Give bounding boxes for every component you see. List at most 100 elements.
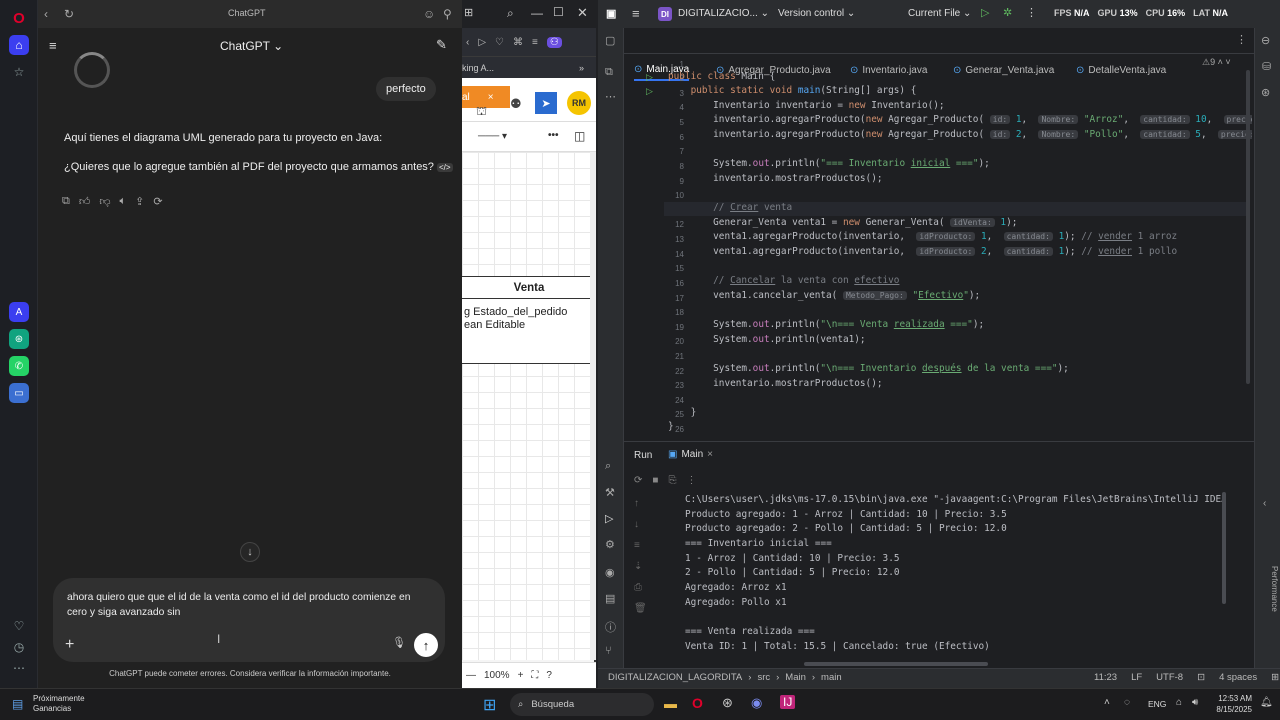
file-encoding[interactable]: UTF-8 — [1156, 672, 1183, 683]
messenger-icon[interactable]: ▭ — [9, 383, 29, 403]
structure-icon[interactable]: ⧉ — [605, 66, 613, 79]
flow-icon[interactable]: ⌘ — [513, 37, 523, 48]
attach-plus-icon[interactable]: + — [65, 636, 74, 654]
zoom-level[interactable]: 100% — [484, 670, 510, 681]
console-v-scrollbar[interactable] — [1222, 492, 1226, 604]
camera-icon[interactable]: ⎘ — [668, 475, 676, 486]
tray-app-icon[interactable]: ◌ — [1124, 697, 1130, 708]
news-widget[interactable]: Próximamente Ganancias — [33, 694, 85, 714]
org-icon[interactable]: ⛫ — [476, 104, 487, 120]
panel-toggle-icon[interactable]: ◫ — [574, 129, 585, 143]
opera-taskbar-icon[interactable]: O — [692, 695, 703, 711]
heart-icon[interactable]: ♡ — [9, 616, 29, 636]
heart-icon[interactable]: ♡ — [495, 37, 504, 48]
microphone-icon[interactable]: 🎙︎ — [392, 636, 406, 649]
console-output[interactable]: C:\Users\user\.jdks\ms-17.0.15\bin\java.… — [624, 494, 1224, 669]
nav-back-icon[interactable]: ‹ — [466, 37, 469, 48]
vertical-scrollbar[interactable] — [590, 152, 596, 660]
network-icon[interactable]: ⌂ — [1176, 697, 1182, 708]
more-icon[interactable]: ⋯ — [9, 658, 29, 678]
file-explorer-icon[interactable]: ▬ — [664, 696, 677, 711]
breadcrumb-method[interactable]: main — [821, 672, 842, 683]
send-button[interactable]: ↑ — [414, 633, 438, 657]
find-icon[interactable]: ⌕ — [605, 460, 611, 473]
project-tool-icon[interactable]: ▢ — [605, 34, 615, 47]
idea-logo-icon[interactable]: ▣ — [606, 7, 616, 20]
diagram-canvas[interactable] — [462, 152, 590, 660]
send-icon[interactable]: ➤ — [535, 92, 557, 114]
debug-tool-icon[interactable]: ◉ — [605, 566, 615, 579]
run-icon[interactable]: ▷ — [981, 6, 989, 19]
play-icon[interactable]: ▷ — [478, 37, 486, 48]
git-icon[interactable]: ⑂ — [605, 645, 612, 657]
profile-icon[interactable]: ⚇ — [546, 36, 562, 48]
ai-assistant-icon[interactable]: ⊛ — [1261, 86, 1270, 99]
terminal-icon[interactable]: ▤ — [605, 592, 615, 605]
settings-icon[interactable]: ☺ — [423, 7, 435, 21]
regenerate-icon[interactable]: ⟳ — [153, 195, 162, 208]
zoom-in-icon[interactable]: + — [518, 670, 524, 681]
tab-partial[interactable]: king A... — [462, 63, 494, 73]
reload-icon[interactable]: ↻ — [64, 7, 74, 21]
run-config-selector[interactable]: Current File ⌄ — [908, 8, 971, 19]
discord-icon[interactable]: ◉ — [751, 695, 762, 711]
opera-logo-icon[interactable]: O — [9, 8, 29, 28]
zoom-out-icon[interactable]: — — [466, 670, 476, 681]
main-menu-icon[interactable]: ≡ — [632, 6, 640, 21]
sidebar-toggle-icon[interactable]: ≡ — [49, 38, 57, 53]
aria-icon[interactable]: A — [9, 302, 29, 322]
more-tools-icon[interactable]: ⋯ — [605, 90, 616, 103]
debug-icon[interactable]: ✲ — [1003, 6, 1012, 19]
chatgpt-app-icon[interactable]: ⊛ — [9, 329, 29, 349]
caret-position[interactable]: 11:23 — [1094, 672, 1117, 683]
vcs-selector[interactable]: Version control ⌄ — [778, 8, 855, 19]
services-icon[interactable]: ⚙ — [605, 538, 615, 551]
code-editor[interactable]: public class Main { public static void m… — [668, 56, 1252, 440]
uml-class-venta[interactable]: Venta g Estado_del_pedido ean Editable — [462, 276, 596, 364]
chatgpt-header-title[interactable]: ChatGPT ⌄ — [220, 39, 283, 53]
thumbs-down-icon[interactable]: 👎︎ — [99, 195, 110, 208]
run-tool-icon[interactable]: ▷ — [605, 512, 613, 525]
language-indicator[interactable]: ENG — [1148, 699, 1166, 709]
pin-icon[interactable]: ⚲ — [443, 7, 452, 21]
build-icon[interactable]: ⚒ — [605, 486, 615, 499]
read-aloud-icon[interactable]: 🔈︎ — [120, 195, 127, 208]
more-options-icon[interactable]: ••• — [548, 130, 559, 141]
stop-icon[interactable]: ■ — [652, 475, 658, 486]
help-icon[interactable]: ? — [546, 670, 552, 681]
copy-icon[interactable]: ⧉ — [62, 195, 70, 208]
breadcrumb-class[interactable]: Main — [785, 672, 806, 683]
run-more-icon[interactable]: ⋮ — [686, 475, 696, 486]
fit-icon[interactable]: ⛶ — [531, 670, 538, 681]
chatgpt-taskbar-icon[interactable]: ⊛ — [722, 695, 733, 711]
tab-overflow-icon[interactable]: ⋮ — [1236, 33, 1247, 46]
more-actions-icon[interactable]: ⋮ — [1026, 6, 1037, 19]
users-icon[interactable]: ⚉ — [510, 96, 522, 112]
readonly-icon[interactable]: ⊞ — [1271, 672, 1279, 683]
close-icon[interactable]: ✕ — [577, 5, 588, 21]
chevron-right-icon[interactable]: » — [579, 63, 584, 73]
thumbs-up-icon[interactable]: 👍︎ — [79, 195, 91, 208]
notification-bell-icon[interactable]: 🔔︎ — [1260, 697, 1273, 708]
lock-icon[interactable]: ⊡ — [1197, 672, 1205, 683]
message-input[interactable]: ahora quiero que que el id de la venta c… — [67, 590, 437, 620]
scroll-down-button[interactable]: ↓ — [240, 542, 260, 562]
rerun-icon[interactable]: ⟳ — [634, 475, 642, 486]
back-icon[interactable]: ‹ — [44, 7, 48, 21]
windows-start-icon[interactable]: ⊞ — [483, 695, 496, 715]
home-icon[interactable]: ⌂ — [9, 35, 29, 55]
close-tab-icon[interactable]: × — [488, 92, 494, 103]
collapse-icon[interactable]: ‹ — [1263, 498, 1266, 509]
whatsapp-icon[interactable]: ✆ — [9, 356, 29, 376]
console-h-scrollbar[interactable] — [804, 662, 988, 666]
stocks-icon[interactable]: ▤ — [12, 697, 23, 711]
new-chat-icon[interactable]: ✎ — [436, 37, 447, 53]
intellij-taskbar-icon[interactable]: IJ — [780, 695, 796, 709]
tray-overflow-icon[interactable]: ˄ — [1104, 697, 1110, 708]
star-icon[interactable]: ☆ — [9, 62, 29, 82]
share-icon[interactable]: ⇪ — [135, 195, 144, 208]
indent-setting[interactable]: 4 spaces — [1219, 672, 1257, 683]
breadcrumb-src[interactable]: src — [757, 672, 770, 683]
clock[interactable]: 12:53 AM 8/15/2025 — [1210, 693, 1252, 715]
run-gutter-icon[interactable]: ▷ — [646, 72, 653, 83]
